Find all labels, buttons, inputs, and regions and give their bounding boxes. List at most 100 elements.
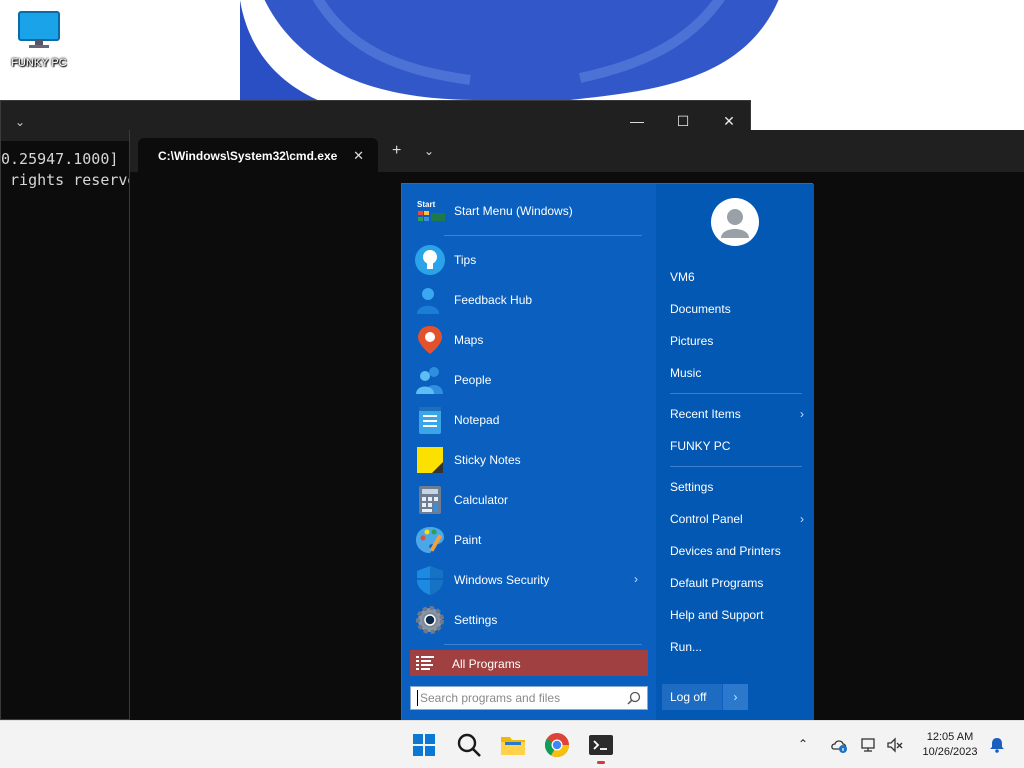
app-notepad[interactable]: Notepad [412,402,648,438]
cloud-info-icon[interactable] [830,736,848,754]
right-item-pictures[interactable]: Pictures [670,331,806,351]
app-tips[interactable]: Tips [412,242,648,278]
sticky-note-icon [417,447,443,473]
search-box[interactable] [410,686,648,710]
right-item-label: Settings [670,480,714,494]
app-paint[interactable]: Paint [412,522,648,558]
right-item-funky-pc[interactable]: FUNKY PC [670,436,806,456]
start-menu-left-pane: Start Start Menu (Windows) Tips Feedback… [402,184,656,721]
volume-muted-icon[interactable] [886,736,904,754]
right-item-label: Run... [670,640,703,654]
log-off-button[interactable]: Log off › [662,684,748,710]
desktop-icon-funky-pc[interactable]: FUNKY PC [8,10,70,69]
divider [670,466,802,467]
right-item-recent-items[interactable]: Recent Items › [670,404,806,424]
search-icon[interactable] [455,731,483,759]
network-icon[interactable] [860,736,878,754]
all-programs-label: All Programs [452,657,521,671]
start-menu[interactable]: Start Start Menu (Windows) Tips Feedback… [401,183,814,721]
divider [670,393,802,394]
right-item-label: VM6 [670,270,695,284]
desktop-icon-label: FUNKY PC [11,57,67,69]
active-indicator [597,761,605,764]
terminal-icon[interactable] [587,731,615,759]
chrome-icon[interactable] [543,731,571,759]
terminal-line: rights reserve [1,171,137,189]
app-label: Paint [454,533,482,547]
user-icon [721,209,749,238]
search-input[interactable] [417,690,617,706]
file-explorer-icon[interactable] [499,731,527,759]
clock-date: 10/26/2023 [922,746,978,758]
right-item-help-and-support[interactable]: Help and Support [670,605,806,625]
clock-time: 12:05 AM [926,731,974,743]
map-pin-icon [418,326,442,354]
divider [444,235,642,236]
right-item-label: FUNKY PC [670,439,731,453]
app-settings[interactable]: Settings [412,602,648,638]
chevron-down-icon[interactable]: ⌄ [15,115,25,129]
app-label: Windows Security [454,573,550,587]
terminal-output: 0.25947.1000] rights reserve [1,149,136,191]
app-windows-security[interactable]: Windows Security › [412,562,648,598]
close-tab-icon[interactable]: ✕ [353,148,364,164]
close-icon[interactable]: ✕ [719,113,739,130]
maximize-icon[interactable]: ☐ [673,113,693,130]
gear-icon [416,606,444,634]
right-item-default-programs[interactable]: Default Programs [670,573,806,593]
minimize-icon[interactable]: — [627,113,647,129]
app-label: Sticky Notes [454,453,521,467]
chevron-down-icon[interactable]: ⌄ [424,144,434,158]
app-feedback-hub[interactable]: Feedback Hub [412,282,648,318]
list-icon [416,656,434,670]
right-item-vm6[interactable]: VM6 [670,267,806,287]
lightbulb-icon [415,245,445,275]
people-icon [416,367,443,394]
chevron-right-icon: › [800,512,804,526]
app-people[interactable]: People [412,362,648,398]
app-label: Tips [454,253,477,267]
clock[interactable]: 12:05 AM 10/26/2023 [914,730,986,760]
app-maps[interactable]: Maps [412,322,648,358]
right-item-label: Documents [670,302,731,316]
right-item-settings[interactable]: Settings [670,477,806,497]
right-item-label: Pictures [670,334,714,348]
app-label: Feedback Hub [454,293,533,307]
right-item-documents[interactable]: Documents [670,299,806,319]
right-item-music[interactable]: Music [670,363,806,383]
right-item-control-panel[interactable]: Control Panel › [670,509,806,529]
chevron-up-icon[interactable]: ⌃ [798,737,808,751]
app-label: Settings [454,613,498,627]
tab-cmd[interactable]: C:\Windows\System32\cmd.exe ✕ [138,138,378,172]
start-menu-logo-icon: Start [417,200,445,221]
paint-palette-icon [416,527,444,553]
app-label: Calculator [454,493,509,507]
windows-start-icon[interactable] [410,731,438,759]
avatar[interactable] [711,198,759,246]
calculator-icon [419,486,441,514]
taskbar: ⌃ 12:05 AM 10/26/2023 [0,720,1024,768]
search-icon[interactable] [627,691,641,705]
shield-icon [417,566,443,595]
all-programs-button[interactable]: All Programs [410,650,648,676]
chevron-right-icon: › [800,407,804,421]
start-menu-right-pane: VM6 Documents Pictures Music Recent Item… [656,184,814,721]
monitor-icon [18,11,60,48]
new-tab-icon[interactable]: + [392,142,401,160]
divider [444,644,642,645]
app-calculator[interactable]: Calculator [412,482,648,518]
app-label: Maps [454,333,484,347]
log-off-label: Log off [670,690,707,704]
right-item-label: Control Panel [670,512,743,526]
right-item-devices-and-printers[interactable]: Devices and Printers [670,541,806,561]
notification-bell-icon[interactable] [988,736,1006,754]
app-sticky-notes[interactable]: Sticky Notes [412,442,648,478]
start-menu-header[interactable]: Start Start Menu (Windows) [412,196,648,236]
right-item-label: Help and Support [670,608,764,622]
chevron-right-icon[interactable]: › [722,684,748,710]
right-item-run[interactable]: Run... [670,637,806,657]
title-bar[interactable]: C:\Windows\System32\cmd.exe ✕ + ⌄ [130,130,1024,172]
person-feedback-icon [417,288,439,314]
start-menu-title: Start Menu (Windows) [454,204,573,218]
svg-text:Start: Start [417,200,436,209]
